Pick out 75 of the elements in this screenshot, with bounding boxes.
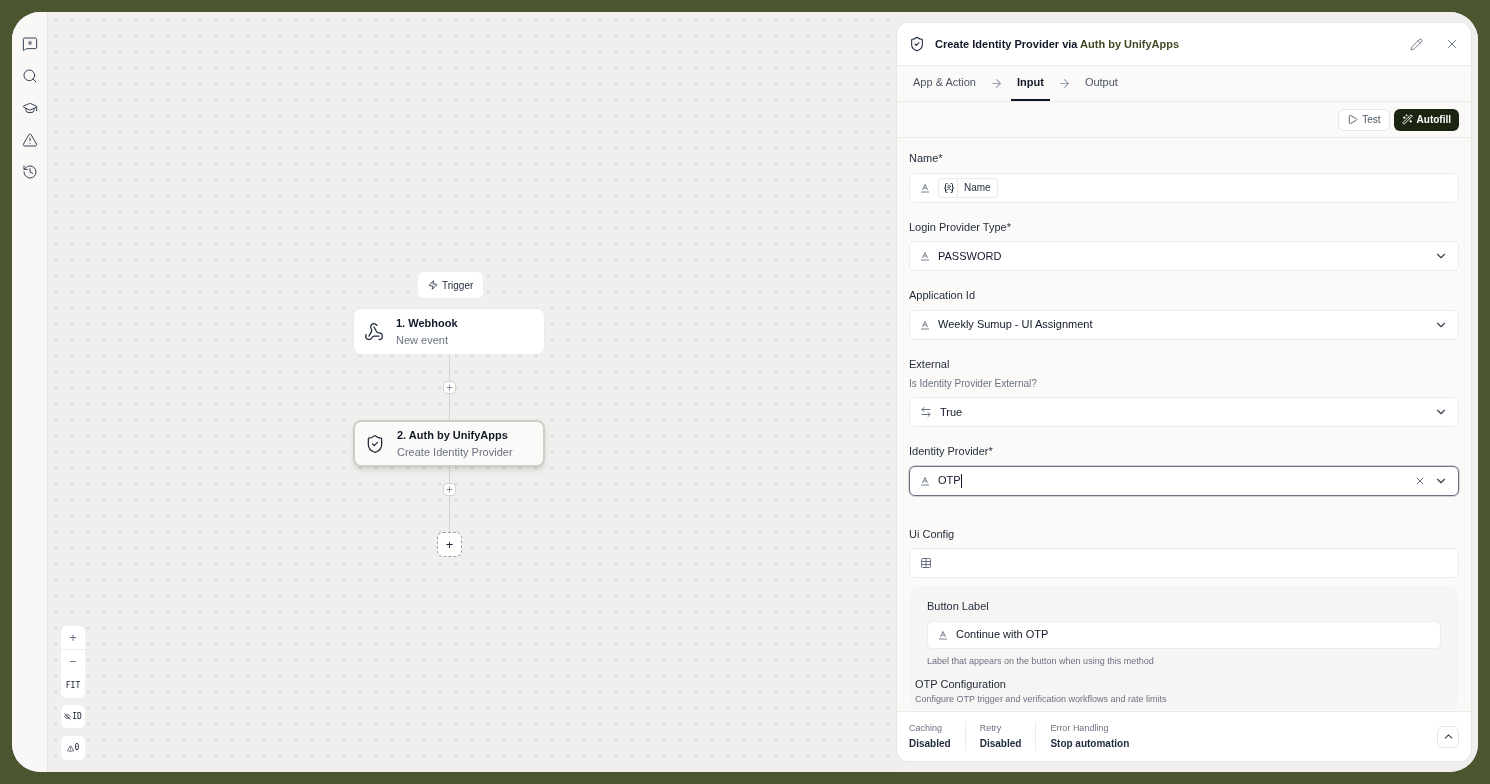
node-subtitle: New event xyxy=(396,332,449,348)
select-field[interactable]: OTP xyxy=(909,465,1459,496)
node-title: 2. Auth by UnifyApps xyxy=(397,428,509,443)
text-cursor xyxy=(960,473,962,488)
field-help: Label that appears on the button when using this method xyxy=(927,654,1155,668)
field-label: Ui Config xyxy=(909,526,956,542)
field-value: Weekly Sumup - UI Assignment xyxy=(938,317,1093,333)
field-label: Name* xyxy=(909,151,944,166)
step-node[interactable]: 1. Webhook New event xyxy=(353,308,545,355)
field-label: External xyxy=(909,356,951,372)
arrow-right-icon xyxy=(990,77,1003,90)
close-icon[interactable] xyxy=(1445,37,1459,51)
warning-icon xyxy=(66,744,74,752)
zoom-out-button[interactable]: − xyxy=(61,650,85,674)
graduation-cap-icon[interactable] xyxy=(21,100,38,116)
setting-value: Disabled xyxy=(909,736,951,751)
text-type-icon xyxy=(938,629,948,640)
node-subtitle: Create Identity Provider xyxy=(397,444,513,460)
field-label: Identity Provider* xyxy=(909,444,994,459)
eye-off-icon xyxy=(64,713,72,720)
section-title: OTP Configuration xyxy=(915,677,1007,692)
node-title: 1. Webhook xyxy=(396,316,458,331)
field-label: Login Provider Type* xyxy=(909,219,1012,235)
text-type-icon xyxy=(920,475,930,486)
field-value: Continue with OTP xyxy=(956,627,1049,643)
setting-label: Error Handling xyxy=(1050,722,1110,736)
shield-check-icon xyxy=(365,433,385,454)
expand-button[interactable] xyxy=(1437,725,1459,748)
add-step-icon[interactable] xyxy=(443,483,456,496)
warnings-button[interactable]: 0 xyxy=(61,736,85,760)
arrow-right-icon xyxy=(1057,77,1071,90)
magic-wand-icon xyxy=(1401,114,1413,125)
select-field[interactable]: PASSWORD xyxy=(909,241,1459,271)
field-description: Is Identity Provider External? xyxy=(909,377,1038,391)
field-value: OTP xyxy=(938,473,961,489)
field-label: Button Label xyxy=(927,599,990,614)
text-type-icon xyxy=(920,319,930,330)
panel-title: Create Identity Provider via Auth by UnifyApps xyxy=(935,36,1181,52)
lightning-icon xyxy=(428,280,438,290)
step-tab[interactable]: Output xyxy=(1078,66,1124,101)
variable-chip[interactable]: Name xyxy=(938,177,998,198)
history-icon[interactable] xyxy=(21,164,38,180)
autofill-button[interactable]: Autofill xyxy=(1393,108,1459,131)
table-icon xyxy=(920,557,932,569)
setting-label: Caching xyxy=(909,722,944,736)
field-value: True xyxy=(940,404,963,420)
add-step-button[interactable]: + xyxy=(437,532,462,557)
step-node[interactable]: 2. Auth by UnifyApps Create Identity Provider xyxy=(353,420,545,467)
setting-label: Retry xyxy=(979,722,1003,736)
warning-icon[interactable] xyxy=(21,132,38,148)
step-tab[interactable]: App & Action xyxy=(907,66,982,101)
trigger-badge: Trigger xyxy=(418,272,484,298)
text-type-icon xyxy=(920,182,930,193)
play-icon xyxy=(1347,114,1359,125)
zoom-in-button[interactable]: + xyxy=(61,626,85,650)
setting-value: Disabled xyxy=(979,736,1022,751)
edit-icon[interactable] xyxy=(1410,37,1423,51)
select-field[interactable]: True xyxy=(909,397,1459,427)
test-button[interactable]: Test xyxy=(1338,108,1390,131)
section-description: Configure OTP trigger and verification workflows and rate limits xyxy=(915,692,1168,706)
search-icon[interactable] xyxy=(21,68,38,84)
field-label: Application Id xyxy=(909,288,977,303)
shield-check-icon xyxy=(909,36,925,52)
id-toggle-button[interactable]: ID xyxy=(61,705,85,728)
add-step-icon[interactable] xyxy=(443,381,456,394)
input-field[interactable]: Continue with OTP xyxy=(927,620,1441,649)
select-field[interactable]: Weekly Sumup - UI Assignment xyxy=(909,309,1459,340)
webhook-icon xyxy=(364,321,384,342)
field-value: PASSWORD xyxy=(938,248,1002,264)
text-type-icon xyxy=(920,251,930,261)
setting-value: Stop automation xyxy=(1050,736,1130,751)
fit-button[interactable]: FIT xyxy=(61,674,85,698)
toggle-type-icon xyxy=(920,406,932,418)
chat-star-icon[interactable] xyxy=(21,36,38,52)
input-field[interactable]: Name xyxy=(909,172,1459,203)
